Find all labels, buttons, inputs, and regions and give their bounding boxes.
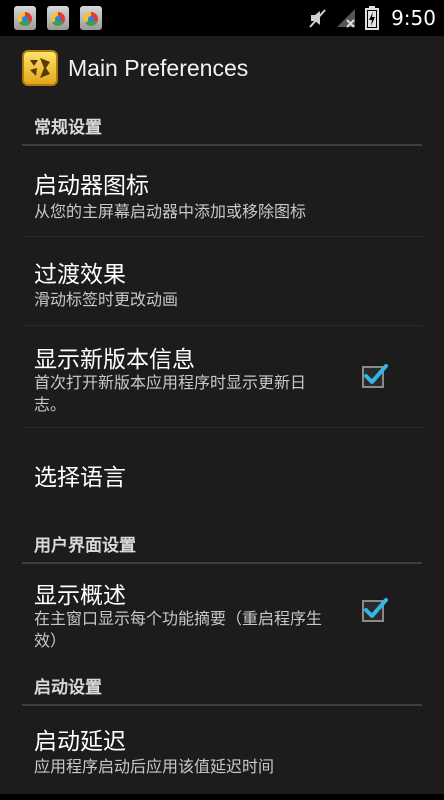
pref-summary: 首次打开新版本应用程序时显示更新日志。 <box>34 373 307 414</box>
pref-select-language[interactable]: 选择语言 <box>22 428 422 520</box>
category-header-general: 常规设置 <box>22 102 422 146</box>
pref-title: 显示新版本信息 <box>34 347 195 373</box>
screen: 9:50 Main Preferences 常规设置 启动器图标 从您的主屏幕启… <box>0 0 444 800</box>
app-notification-icon <box>80 6 102 30</box>
checkmark-icon <box>364 364 388 384</box>
pref-transition-effect[interactable]: 过渡效果 滑动标签时更改动画 <box>22 237 422 326</box>
category-title: 常规设置 <box>34 118 102 138</box>
preference-list: 常规设置 启动器图标 从您的主屏幕启动器中添加或移除图标 过渡效果 滑动标签时更… <box>22 102 422 796</box>
app-notification-icon <box>14 6 36 30</box>
page-title: Main Preferences <box>68 55 249 81</box>
show-new-version-checkbox[interactable] <box>362 364 388 388</box>
category-header-startup: 启动设置 <box>22 662 422 706</box>
pref-summary: 应用程序启动后应用该值延迟时间 <box>34 757 275 776</box>
pref-title: 启动延迟 <box>34 729 126 755</box>
category-title: 用户界面设置 <box>34 536 136 556</box>
pref-title: 启动器图标 <box>34 173 149 199</box>
status-bar: 9:50 <box>0 0 444 36</box>
no-signal-icon <box>337 9 356 28</box>
pref-summary: 从您的主屏幕启动器中添加或移除图标 <box>34 202 307 221</box>
pref-show-new-version[interactable]: 显示新版本信息 首次打开新版本应用程序时显示更新日志。 <box>22 326 422 428</box>
category-header-ui: 用户界面设置 <box>22 520 422 564</box>
pref-launcher-icon[interactable]: 启动器图标 从您的主屏幕启动器中添加或移除图标 <box>22 146 422 237</box>
pref-title: 选择语言 <box>34 465 126 491</box>
status-icons: 9:50 <box>307 0 436 36</box>
status-clock: 9:50 <box>391 6 436 30</box>
pref-summary: 在主窗口显示每个功能摘要（重启程序生效） <box>34 609 323 650</box>
pref-startup-delay[interactable]: 启动延迟 应用程序启动后应用该值延迟时间 <box>22 706 422 796</box>
category-title: 启动设置 <box>34 678 102 698</box>
app-notification-icon <box>47 6 69 30</box>
pref-title: 显示概述 <box>34 583 126 609</box>
app-logo-icon[interactable] <box>22 50 58 86</box>
pref-summary: 滑动标签时更改动画 <box>34 290 179 309</box>
muted-speaker-icon <box>309 9 326 28</box>
show-overview-checkbox[interactable] <box>362 598 388 622</box>
pref-show-overview[interactable]: 显示概述 在主窗口显示每个功能摘要（重启程序生效） <box>22 564 422 662</box>
pref-title: 过渡效果 <box>34 262 126 288</box>
action-bar: Main Preferences <box>0 36 444 102</box>
checkmark-icon <box>364 598 388 618</box>
bottom-edge <box>0 794 444 800</box>
battery-charging-icon <box>365 6 380 30</box>
